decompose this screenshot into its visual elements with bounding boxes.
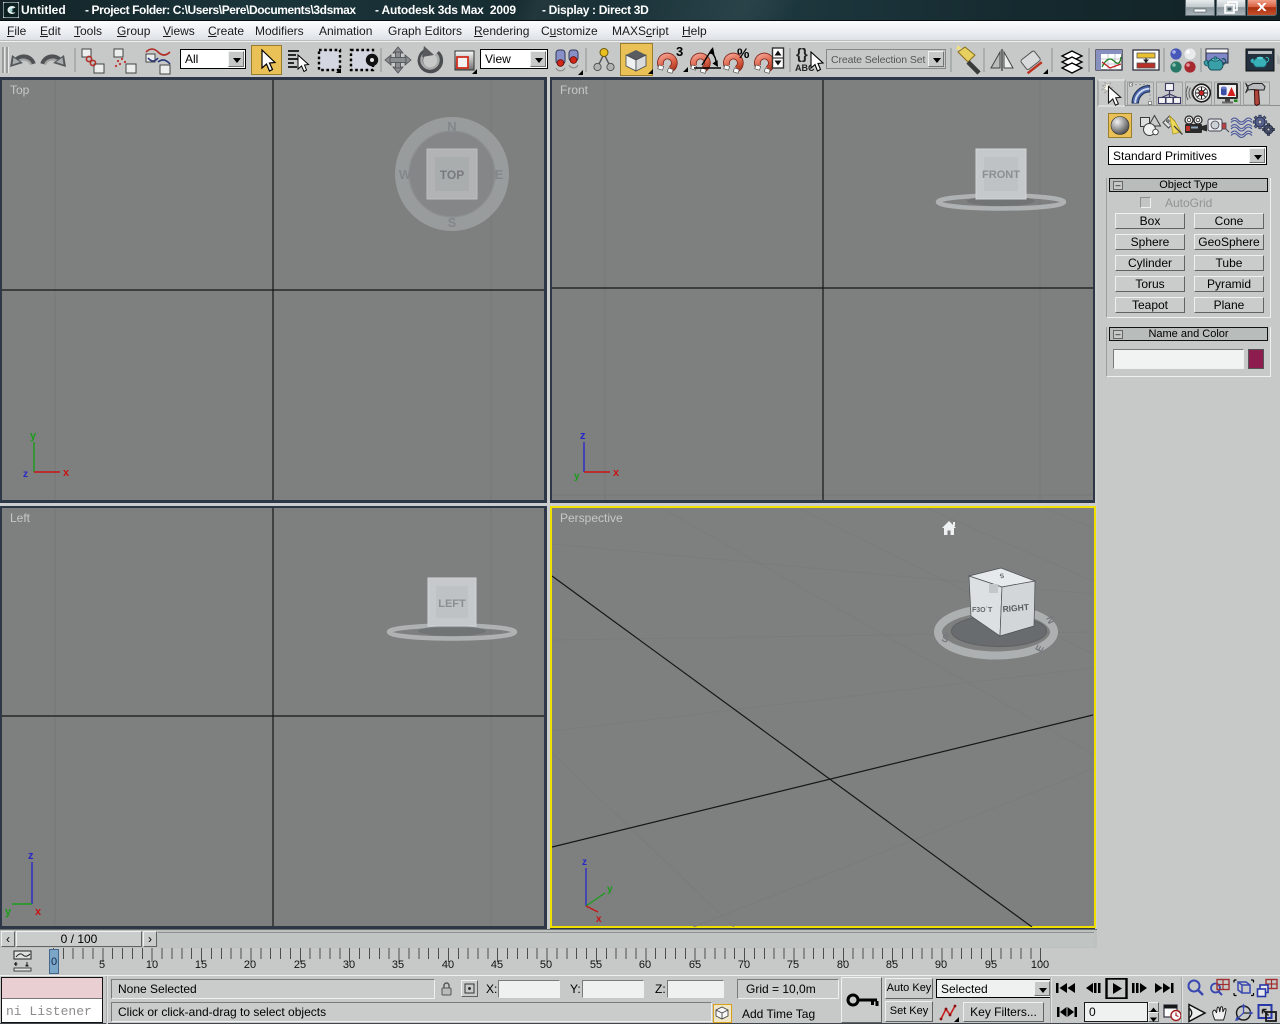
svg-text:x: x (63, 467, 70, 479)
svg-text:y: y (30, 430, 37, 442)
svg-text:3: 3 (676, 44, 683, 59)
svg-text:LEFT: LEFT (438, 598, 466, 610)
svg-text:%: % (737, 45, 750, 61)
svg-text:S: S (448, 215, 457, 230)
svg-text:y: y (574, 471, 580, 482)
svg-text:z: z (582, 857, 587, 868)
svg-text:x: x (596, 914, 602, 925)
svg-text:N: N (447, 119, 456, 134)
svg-text:x: x (35, 906, 42, 918)
svg-text:W: W (399, 167, 412, 182)
svg-text:z: z (28, 850, 34, 862)
svg-text:z: z (580, 430, 586, 442)
svg-text:y: y (607, 884, 613, 895)
svg-text:{}: {} (796, 46, 808, 63)
svg-text:y: y (5, 906, 12, 918)
svg-text:z: z (23, 469, 28, 480)
svg-text:FRONT: FRONT (982, 169, 1020, 181)
svg-text:TOP: TOP (440, 168, 464, 182)
svg-text:F3OˋT: F3OˋT (972, 607, 993, 614)
svg-text:x: x (613, 467, 620, 479)
svg-text:E: E (495, 167, 504, 182)
